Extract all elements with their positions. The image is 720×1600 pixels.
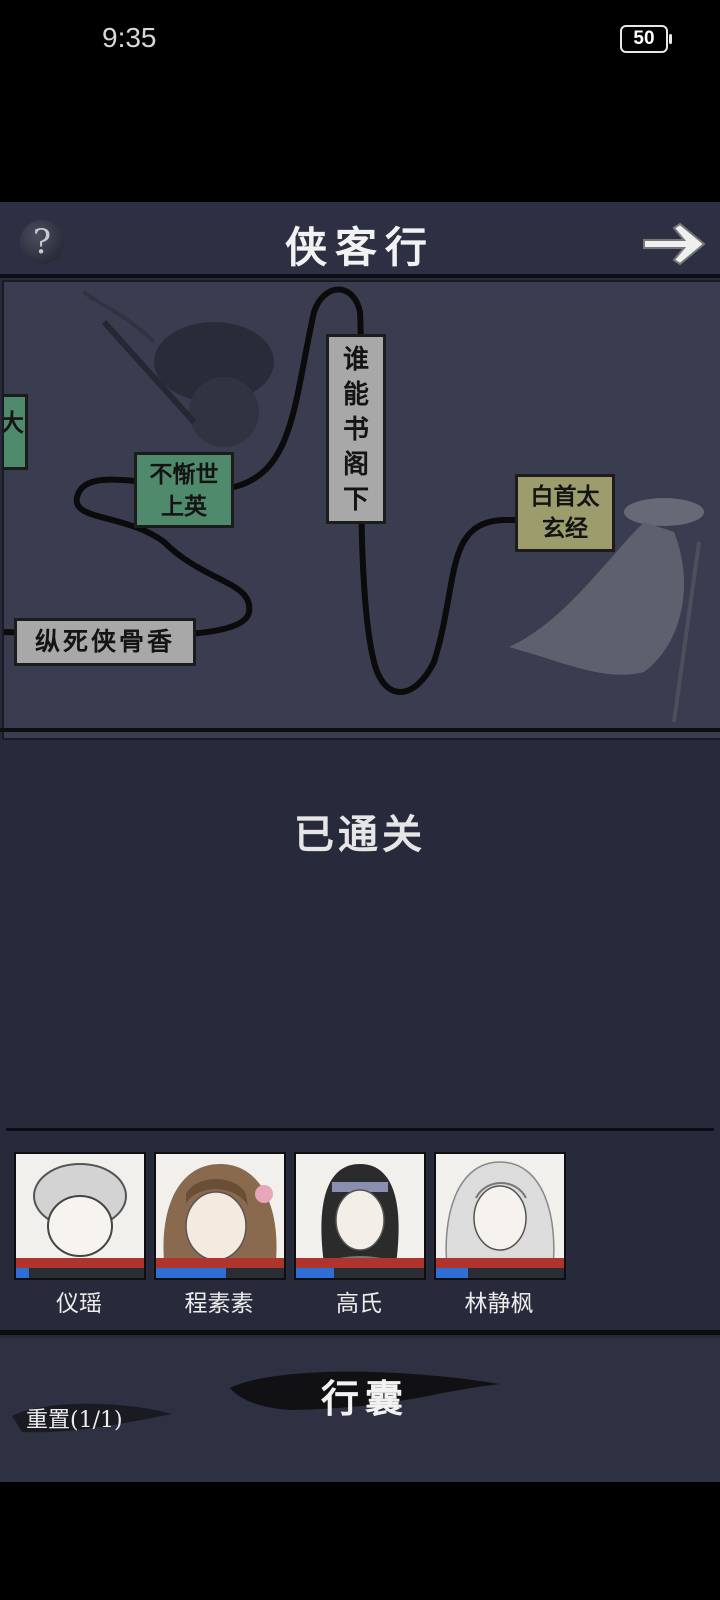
bag-label: 行囊	[320, 1376, 409, 1421]
party-member[interactable]: 林静枫	[434, 1152, 566, 1318]
level-node-label: 不惭世	[149, 461, 219, 488]
hp-bar	[156, 1258, 284, 1268]
hp-bar	[16, 1258, 144, 1268]
member-name: 高氏	[336, 1291, 382, 1317]
hp-bar	[296, 1258, 424, 1268]
level-node-left[interactable]: 大	[2, 394, 28, 470]
member-name: 程素素	[184, 1291, 254, 1317]
level-node-label: 大	[2, 408, 24, 437]
avatar	[14, 1152, 146, 1280]
bottom-bar: 行囊 重置(1/1)	[0, 1338, 720, 1482]
ink-warrior-art	[82, 290, 274, 447]
level-node-label: 白首太	[530, 483, 600, 510]
level-node-label: 上英	[161, 493, 207, 520]
level-node-zongsi[interactable]: 纵死侠骨香	[14, 618, 196, 666]
level-node-label: 谁	[342, 345, 369, 375]
status-bar: 9:35 50	[0, 0, 720, 80]
level-node-label: 玄经	[542, 515, 588, 542]
avatar	[294, 1152, 426, 1280]
party-list: 仪瑶 程素素 高氏 林静枫	[0, 1152, 720, 1332]
stage-status-text: 已通关	[294, 811, 426, 858]
battery-indicator: 50	[620, 25, 672, 53]
level-node-label: 下	[342, 485, 369, 515]
header: ? 侠客行	[0, 202, 720, 278]
level-node-baishou[interactable]: 白首太 玄经	[515, 474, 615, 552]
level-node-label: 能	[342, 380, 369, 410]
arrow-right-icon	[643, 222, 706, 266]
divider	[0, 1330, 720, 1335]
clock: 9:35	[102, 22, 157, 53]
member-name: 林静枫	[464, 1291, 534, 1317]
avatar	[154, 1152, 286, 1280]
next-button[interactable]	[640, 220, 708, 268]
level-node-shuineng[interactable]: 谁 能 书 阁 下	[326, 334, 386, 524]
reset-button[interactable]: 重置(1/1)	[12, 1394, 172, 1438]
avatar	[434, 1152, 566, 1280]
party-member[interactable]: 仪瑶	[14, 1152, 146, 1318]
level-node-label: 书	[342, 415, 369, 445]
divider	[0, 274, 720, 278]
mp-bar	[296, 1268, 424, 1278]
level-node-label: 纵死侠骨香	[34, 627, 175, 656]
mp-bar	[16, 1268, 144, 1278]
reset-label: 重置(1/1)	[26, 1408, 123, 1433]
divider	[0, 728, 720, 732]
mp-bar	[156, 1268, 284, 1278]
party-member[interactable]: 高氏	[294, 1152, 426, 1318]
bag-button[interactable]: 行囊	[230, 1358, 500, 1424]
divider	[6, 1128, 714, 1131]
party-member[interactable]: 程素素	[154, 1152, 286, 1318]
page-title: 侠客行	[284, 223, 435, 272]
hp-bar	[436, 1258, 564, 1268]
mp-bar	[436, 1268, 564, 1278]
level-node-buchan[interactable]: 不惭世 上英	[134, 452, 234, 528]
member-name: 仪瑶	[56, 1291, 102, 1317]
game-screen: ? 侠客行 大 不惭世 上英 纵死侠骨香 谁 能 书 阁 下 白首太 玄经 已通…	[0, 202, 720, 1482]
level-node-label: 阁	[342, 450, 369, 480]
level-map: 大 不惭世 上英 纵死侠骨香 谁 能 书 阁 下 白首太 玄经	[2, 280, 720, 740]
